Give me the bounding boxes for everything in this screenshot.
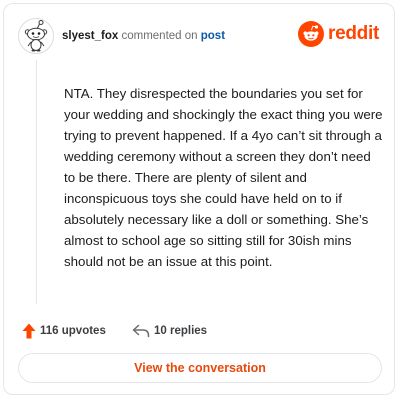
comment-header: slyest_fox commented on post reddit [18, 18, 380, 54]
username-link[interactable]: slyest_fox [62, 30, 118, 42]
comment-card: slyest_fox commented on post reddit NTA.… [3, 3, 395, 395]
comment-body: NTA. They disrespected the boundaries yo… [64, 86, 383, 269]
thread-line [36, 60, 37, 304]
reddit-logo[interactable]: reddit [298, 20, 380, 48]
replies-button[interactable]: 10 replies [132, 322, 207, 340]
snoo-avatar-icon[interactable] [18, 18, 54, 54]
view-conversation-button[interactable]: View the conversation [18, 353, 382, 383]
post-link[interactable]: post [201, 30, 225, 42]
comment-actions: 116 upvotes 10 replies [22, 322, 380, 340]
reply-count: 10 replies [154, 325, 208, 337]
upvote-count: 116 upvotes [40, 325, 106, 337]
upvote-arrow-icon [22, 323, 36, 339]
reddit-snoo-icon [298, 21, 324, 47]
reply-arrow-icon [132, 324, 150, 338]
byline: slyest_fox commented on post [62, 29, 225, 43]
byline-action-text: commented on [121, 30, 198, 42]
reddit-wordmark: reddit [328, 23, 379, 44]
upvote-button[interactable]: 116 upvotes [22, 322, 106, 340]
